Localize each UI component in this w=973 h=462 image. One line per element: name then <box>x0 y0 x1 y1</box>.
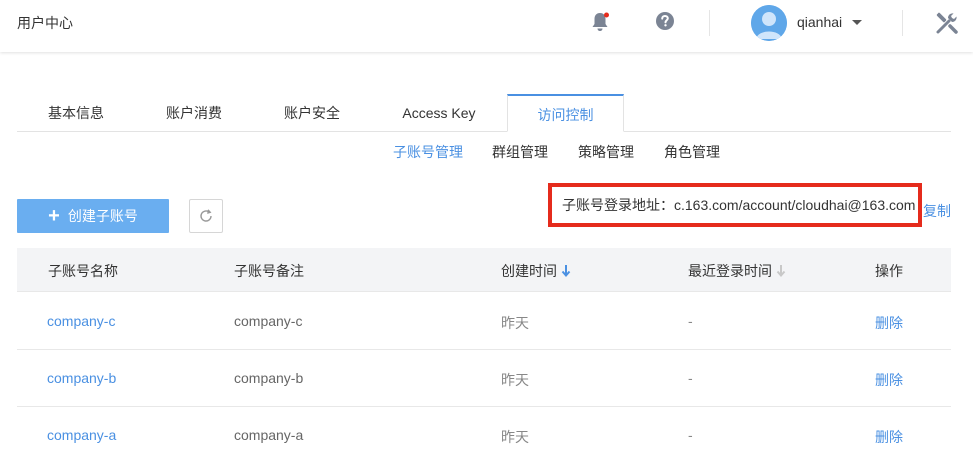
subtab-policy-management[interactable]: 策略管理 <box>578 142 634 162</box>
login-url-text: 子账号登录地址：c.163.com/account/cloudhai@163.c… <box>562 197 916 213</box>
subaccount-login-url: 子账号登录地址：c.163.com/account/cloudhai@163.c… <box>548 183 922 227</box>
bell-icon[interactable] <box>590 11 610 33</box>
divider <box>709 10 710 36</box>
avatar[interactable] <box>751 5 787 41</box>
delete-link[interactable]: 删除 <box>875 313 903 333</box>
table-row: company-c company-c 昨天 - 删除 <box>17 293 951 350</box>
create-subaccount-label: 创建子账号 <box>67 208 138 224</box>
create-subaccount-button[interactable]: + 创建子账号 <box>17 199 169 233</box>
notification-dot <box>604 12 609 18</box>
top-bar: 用户中心 qianhai <box>0 0 973 52</box>
username[interactable]: qianhai <box>797 14 842 30</box>
tab-access-control[interactable]: 访问控制 <box>507 94 624 132</box>
subtab-subaccount-management[interactable]: 子账号管理 <box>393 142 463 162</box>
subaccount-remark: company-c <box>234 313 303 329</box>
copy-link[interactable]: 复制 <box>923 201 951 221</box>
table-header: 子账号名称 子账号备注 创建时间 最近登录时间 操作 <box>17 248 951 292</box>
refresh-button[interactable] <box>189 199 223 233</box>
help-icon[interactable] <box>655 11 675 31</box>
refresh-icon <box>200 209 212 222</box>
column-header-created[interactable]: 创建时间 <box>501 261 571 281</box>
subtab-role-management[interactable]: 角色管理 <box>664 142 720 162</box>
tab-access-key[interactable]: Access Key <box>384 94 494 132</box>
last-login-time: - <box>688 313 693 329</box>
subaccount-remark: company-a <box>234 427 304 443</box>
column-header-last-login[interactable]: 最近登录时间 <box>688 261 786 281</box>
column-header-last-login-label: 最近登录时间 <box>688 263 772 279</box>
table-row: company-a company-a 昨天 - 删除 <box>17 407 951 462</box>
subaccount-remark: company-b <box>234 370 304 386</box>
tab-basic-info[interactable]: 基本信息 <box>28 94 124 132</box>
column-header-remark: 子账号备注 <box>234 263 304 279</box>
tools-icon[interactable] <box>934 10 960 36</box>
sort-desc-icon[interactable] <box>561 264 571 281</box>
plus-icon: + <box>48 205 60 227</box>
app-title: 用户中心 <box>17 15 73 31</box>
chevron-down-icon[interactable] <box>852 20 862 25</box>
subaccount-name-link[interactable]: company-c <box>47 313 115 329</box>
tab-billing[interactable]: 账户消费 <box>146 94 242 132</box>
divider <box>902 10 903 36</box>
tab-security[interactable]: 账户安全 <box>264 94 360 132</box>
last-login-time: - <box>688 427 693 443</box>
sort-icon[interactable] <box>776 264 786 281</box>
delete-link[interactable]: 删除 <box>875 427 903 447</box>
delete-link[interactable]: 删除 <box>875 370 903 390</box>
created-time: 昨天 <box>501 315 529 331</box>
subaccount-name-link[interactable]: company-a <box>47 427 116 443</box>
created-time: 昨天 <box>501 372 529 388</box>
column-header-created-label: 创建时间 <box>501 263 557 279</box>
table-row: company-b company-b 昨天 - 删除 <box>17 350 951 407</box>
column-header-name: 子账号名称 <box>48 263 118 279</box>
column-header-actions: 操作 <box>875 263 903 279</box>
created-time: 昨天 <box>501 429 529 445</box>
subtab-group-management[interactable]: 群组管理 <box>492 142 548 162</box>
subaccount-name-link[interactable]: company-b <box>47 370 116 386</box>
last-login-time: - <box>688 370 693 386</box>
